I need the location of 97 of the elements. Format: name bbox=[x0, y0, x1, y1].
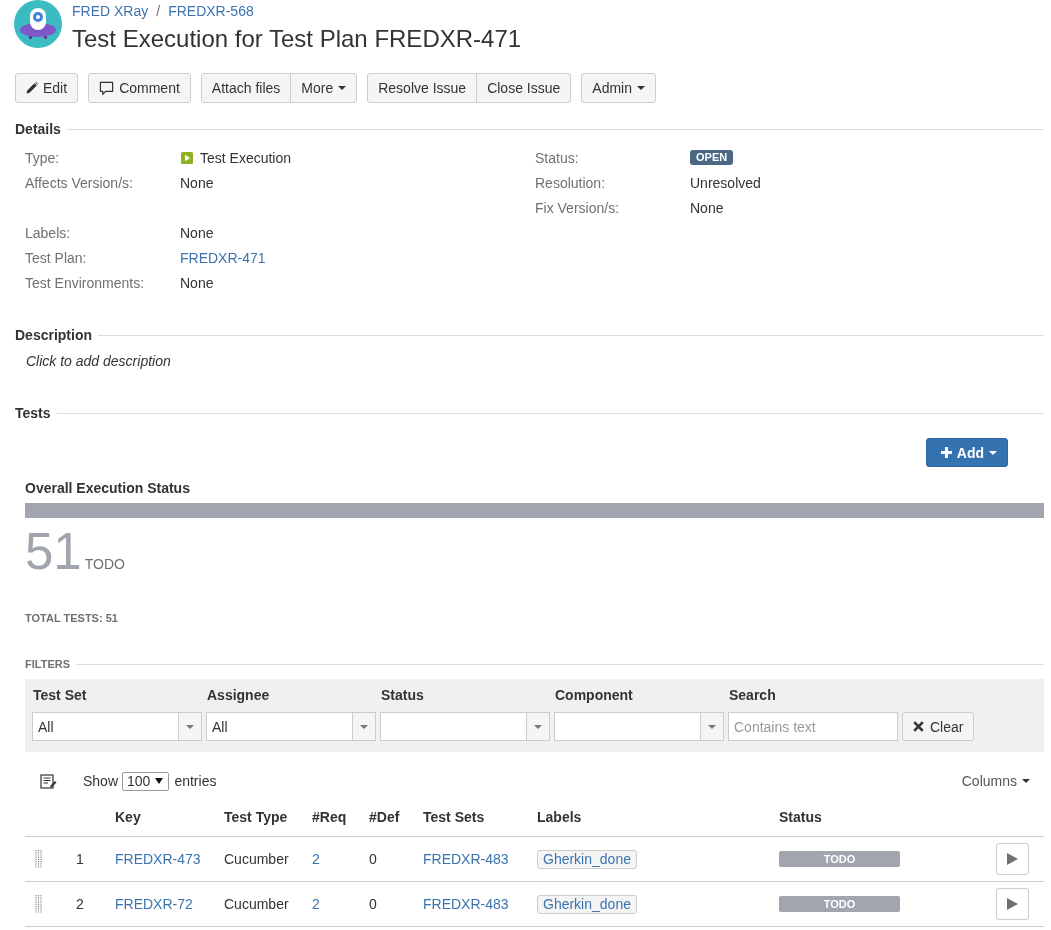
field-value: None bbox=[690, 199, 724, 216]
filters-heading: FILTERS bbox=[25, 657, 70, 671]
field-label: Test Environments: bbox=[25, 274, 146, 291]
saucer-robot-icon bbox=[14, 0, 62, 48]
row-number: 1 bbox=[76, 851, 84, 867]
field-label: Status: bbox=[535, 149, 580, 166]
row-number: 2 bbox=[76, 896, 84, 912]
breadcrumb-separator: / bbox=[156, 3, 161, 19]
column-header[interactable]: Labels bbox=[537, 809, 582, 825]
toolbar-button[interactable]: Comment bbox=[88, 73, 191, 103]
field-label: Labels: bbox=[25, 224, 72, 241]
field-link[interactable]: FREDXR-471 bbox=[180, 249, 266, 266]
plus-icon bbox=[940, 447, 952, 458]
select-field[interactable]: All bbox=[206, 712, 376, 741]
play-icon bbox=[1007, 898, 1018, 910]
field-label: Affects Version/s: bbox=[25, 174, 134, 191]
field-label: Test Plan: bbox=[25, 249, 88, 266]
caret-icon bbox=[155, 778, 164, 784]
filter-label: Search bbox=[728, 687, 777, 703]
show-label: Show bbox=[83, 773, 119, 789]
caret-icon bbox=[360, 724, 368, 729]
caret-icon bbox=[338, 86, 347, 90]
play-square-icon bbox=[181, 151, 193, 164]
requirement-count-link[interactable]: 2 bbox=[312, 851, 320, 867]
status-lozenge: TODO bbox=[779, 896, 900, 912]
speech-bubble-icon bbox=[99, 80, 115, 96]
toolbar-button[interactable]: Admin bbox=[581, 73, 656, 103]
column-header[interactable]: Test Type bbox=[224, 809, 288, 825]
play-icon bbox=[1007, 853, 1018, 865]
field-label: Type: bbox=[25, 149, 61, 166]
section-heading: Tests bbox=[15, 405, 51, 421]
breadcrumb-link[interactable]: FREDXR-568 bbox=[168, 3, 254, 19]
toolbar-button[interactable]: Attach files bbox=[200, 73, 292, 103]
toolbar-button[interactable]: More bbox=[290, 73, 358, 103]
filter-label: Test Set bbox=[32, 687, 88, 703]
caret-icon bbox=[186, 724, 194, 729]
run-button[interactable] bbox=[996, 888, 1029, 920]
drag-handle-icon[interactable] bbox=[35, 850, 42, 868]
filter-label: Status bbox=[380, 687, 425, 703]
toolbar-button[interactable]: Edit bbox=[15, 73, 79, 103]
defect-count-text: 0 bbox=[369, 896, 377, 912]
field-label: Fix Version/s: bbox=[535, 199, 621, 216]
caret-icon bbox=[1022, 779, 1030, 783]
column-header[interactable]: Test Sets bbox=[423, 809, 485, 825]
test-key-link[interactable]: FREDXR-473 bbox=[115, 851, 201, 867]
select-field[interactable] bbox=[380, 712, 550, 741]
column-header[interactable]: Key bbox=[115, 809, 141, 825]
column-header[interactable]: #Req bbox=[312, 809, 347, 825]
filter-label: Assignee bbox=[206, 687, 271, 703]
section-heading: Details bbox=[15, 121, 61, 137]
columns-button[interactable]: Columns bbox=[961, 773, 1030, 789]
description-prompt[interactable]: Click to add description bbox=[26, 353, 171, 369]
todo-count: 51 bbox=[25, 528, 82, 576]
test-type-text: Cucumber bbox=[224, 896, 289, 912]
column-header[interactable]: Status bbox=[779, 809, 822, 825]
drag-handle-icon[interactable] bbox=[35, 895, 42, 913]
search-field[interactable]: Contains text bbox=[728, 712, 898, 741]
caret-icon bbox=[708, 724, 716, 729]
overall-status-heading: Overall Execution Status bbox=[25, 480, 191, 496]
status-lozenge: TODO bbox=[779, 851, 900, 867]
caret-icon bbox=[534, 724, 542, 729]
clear-button[interactable]: Clear bbox=[902, 712, 975, 741]
field-value: Unresolved bbox=[690, 174, 761, 191]
label-tag[interactable]: Gherkin_done bbox=[537, 894, 637, 914]
column-header[interactable]: #Def bbox=[369, 809, 400, 825]
list-edit-icon[interactable] bbox=[40, 773, 57, 789]
test-set-link[interactable]: FREDXR-483 bbox=[423, 896, 509, 912]
filter-label: Component bbox=[554, 687, 634, 703]
field-value: None bbox=[180, 224, 214, 241]
run-button[interactable] bbox=[996, 843, 1029, 875]
toolbar-button[interactable]: Close Issue bbox=[476, 73, 572, 103]
field-value: None bbox=[180, 274, 214, 291]
field-value: Test Execution bbox=[200, 149, 292, 166]
caret-icon bbox=[989, 450, 997, 455]
toolbar-button[interactable]: Resolve Issue bbox=[367, 73, 478, 103]
defect-count-text: 0 bbox=[369, 851, 377, 867]
test-set-link[interactable]: FREDXR-483 bbox=[423, 851, 509, 867]
field-value: None bbox=[180, 174, 214, 191]
cross-icon bbox=[913, 721, 924, 732]
pencil-icon bbox=[26, 82, 38, 94]
select-field[interactable]: All bbox=[32, 712, 202, 741]
requirement-count-link[interactable]: 2 bbox=[312, 896, 320, 912]
section-heading: Description bbox=[15, 327, 92, 343]
entries-label: entries bbox=[174, 773, 217, 789]
add-button[interactable]: Add bbox=[925, 438, 1008, 467]
status-lozenge: OPEN bbox=[690, 150, 734, 165]
total-tests: TOTAL TESTS: 51 bbox=[25, 611, 119, 625]
breadcrumb-link[interactable]: FRED XRay bbox=[72, 3, 149, 19]
issue-title: Test Execution for Test Plan FREDXR-471 bbox=[72, 24, 522, 54]
page-size-select[interactable]: 100 bbox=[122, 771, 170, 791]
test-key-link[interactable]: FREDXR-72 bbox=[115, 896, 193, 912]
todo-label: TODO bbox=[84, 556, 125, 572]
field-label: Resolution: bbox=[535, 174, 607, 191]
select-field[interactable] bbox=[554, 712, 724, 741]
label-tag[interactable]: Gherkin_done bbox=[537, 849, 637, 869]
test-type-text: Cucumber bbox=[224, 851, 289, 867]
caret-icon bbox=[637, 86, 645, 90]
